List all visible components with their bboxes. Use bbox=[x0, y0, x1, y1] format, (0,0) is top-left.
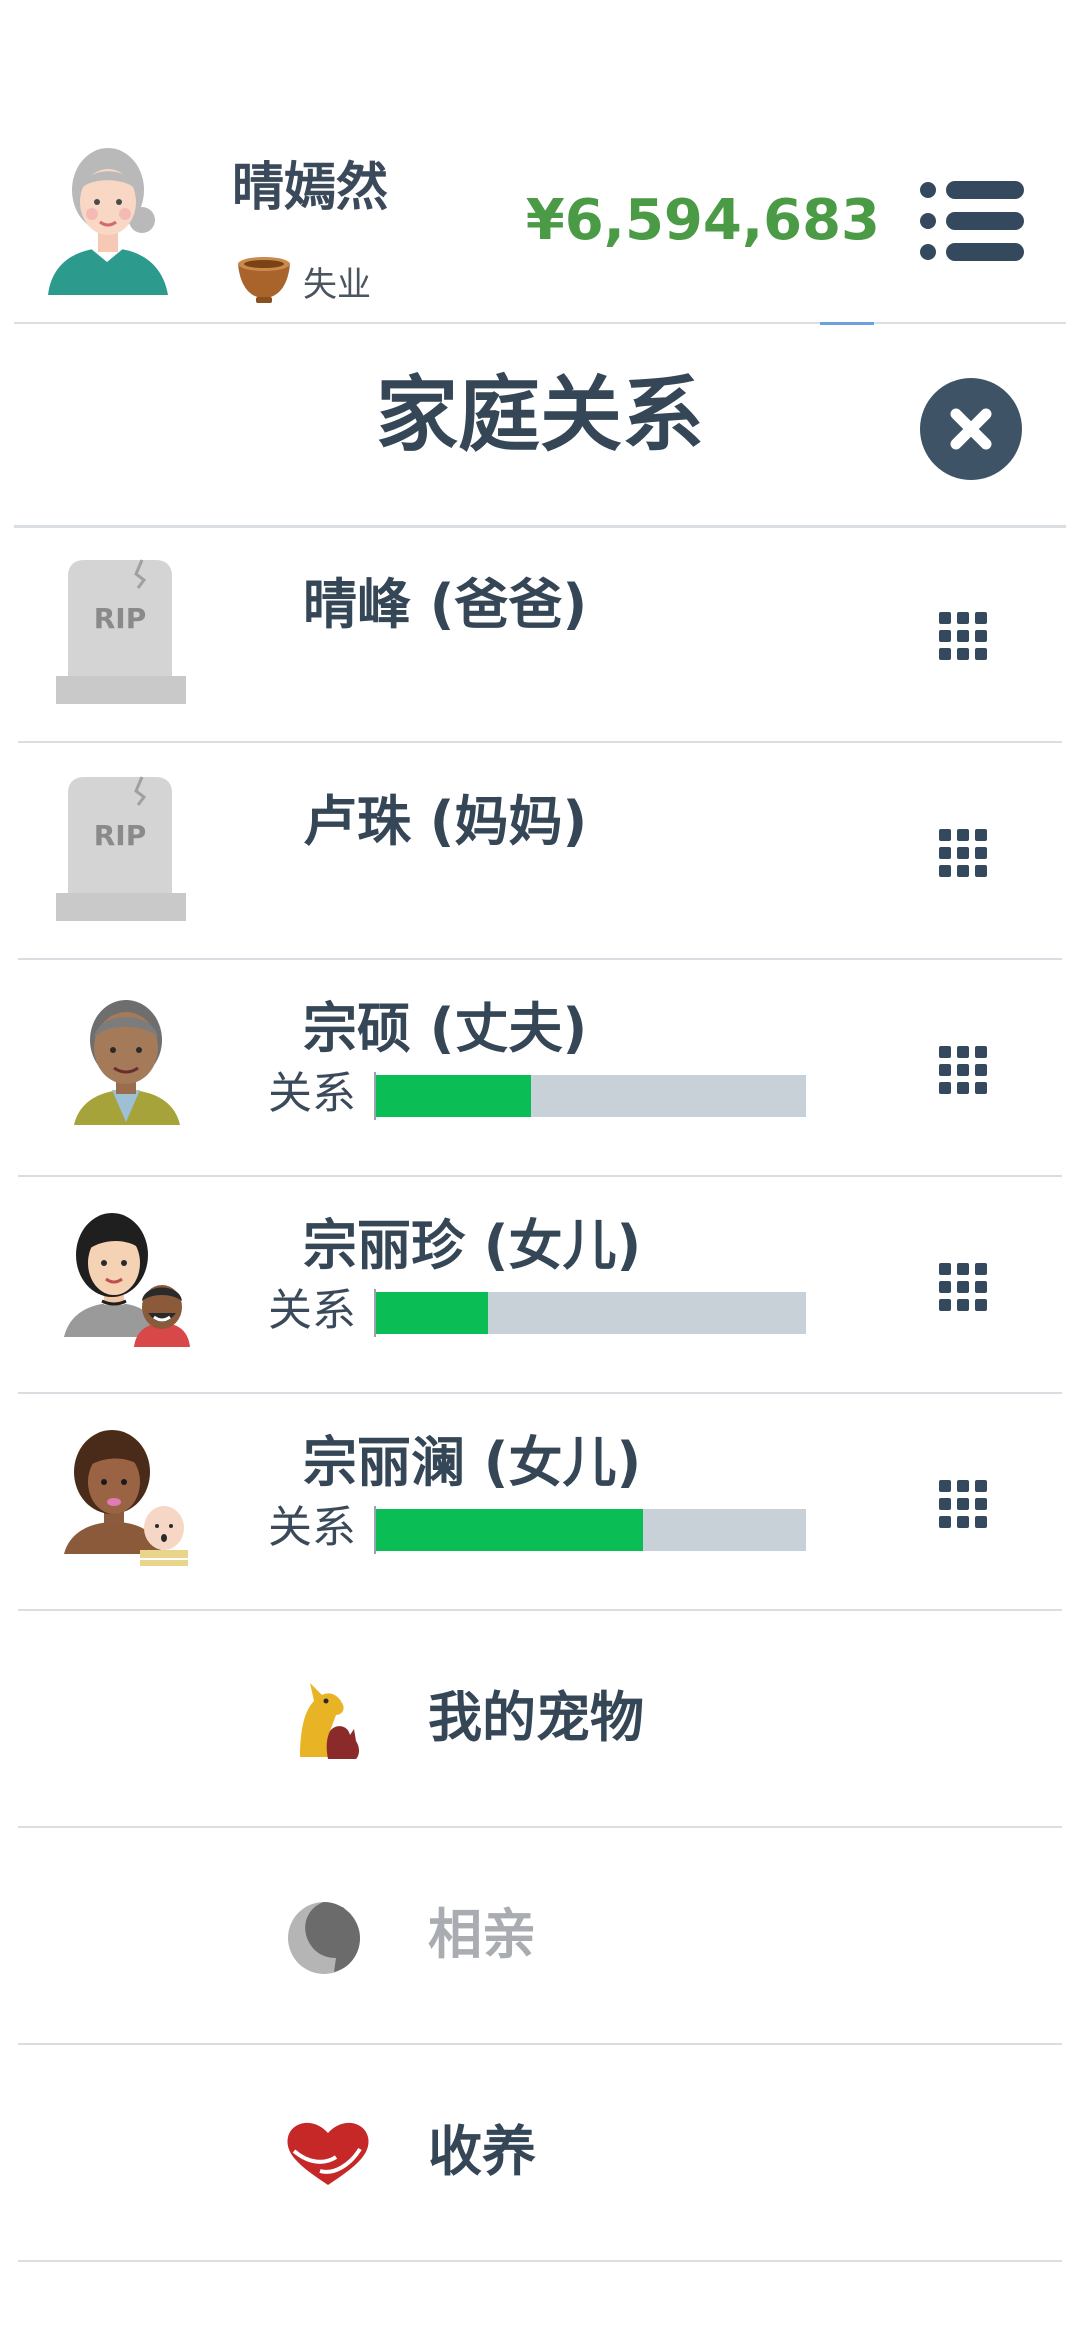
grid-menu-icon[interactable] bbox=[938, 1262, 988, 1312]
relation-bar bbox=[376, 1292, 806, 1334]
adoption-label: 收养 bbox=[428, 2120, 536, 2183]
relative-name: 宗丽澜 (女儿) bbox=[303, 1431, 642, 1494]
dating-icon bbox=[280, 1888, 376, 1984]
elderly-man-avatar bbox=[56, 990, 206, 1140]
job-status-label: 失业 bbox=[303, 265, 371, 305]
my-pets-label: 我的宠物 bbox=[428, 1686, 644, 1749]
relative-row[interactable]: 宗硕 (丈夫) 关系 bbox=[18, 962, 1062, 1177]
relative-row[interactable]: 宗丽澜 (女儿) 关系 bbox=[18, 1396, 1062, 1611]
relative-row[interactable]: RIP 卢珠 (妈妈) bbox=[18, 745, 1062, 960]
relation-bar bbox=[376, 1075, 806, 1117]
my-pets-button[interactable]: 我的宠物 bbox=[18, 1613, 1062, 1828]
row-divider bbox=[18, 1392, 1062, 1394]
row-divider bbox=[18, 2043, 1062, 2045]
row-divider bbox=[18, 741, 1062, 743]
relation-bar-tick bbox=[374, 1289, 376, 1337]
relative-row[interactable]: RIP 晴峰 (爸爸) bbox=[18, 528, 1062, 743]
row-divider bbox=[18, 1175, 1062, 1177]
relation-label: 关系 bbox=[268, 1068, 356, 1119]
relative-name: 宗丽珍 (女儿) bbox=[303, 1214, 642, 1277]
relation-bar-fill bbox=[376, 1292, 488, 1334]
svg-text:RIP: RIP bbox=[94, 819, 147, 852]
relation-bar-fill bbox=[376, 1509, 643, 1551]
player-avatar[interactable] bbox=[40, 140, 175, 305]
row-divider bbox=[18, 2260, 1062, 2262]
panel-title: 家庭关系 bbox=[375, 368, 704, 463]
row-divider bbox=[18, 1826, 1062, 1828]
grid-menu-icon[interactable] bbox=[938, 611, 988, 661]
relation-bar-tick bbox=[374, 1072, 376, 1120]
tombstone-icon: RIP bbox=[56, 773, 206, 923]
tombstone-icon: RIP bbox=[56, 556, 206, 706]
relative-name: 晴峰 (爸爸) bbox=[303, 573, 588, 636]
header-divider bbox=[14, 322, 1066, 324]
header-accent-line bbox=[820, 322, 874, 325]
woman-with-baby-avatar bbox=[56, 1424, 206, 1574]
status-header: 晴嫣然 失业 ¥6,594,683 bbox=[0, 0, 1080, 325]
bowl-icon bbox=[234, 250, 294, 310]
relation-bar-tick bbox=[374, 1506, 376, 1554]
player-name: 晴嫣然 bbox=[232, 158, 389, 218]
relative-name: 卢珠 (妈妈) bbox=[303, 790, 588, 853]
grid-menu-icon[interactable] bbox=[938, 1045, 988, 1095]
woman-with-child-avatar bbox=[56, 1207, 206, 1357]
row-divider bbox=[18, 1609, 1062, 1611]
menu-list-icon[interactable] bbox=[918, 180, 1026, 262]
close-icon bbox=[950, 408, 992, 450]
grid-menu-icon[interactable] bbox=[938, 1479, 988, 1529]
dating-button[interactable]: 相亲 bbox=[18, 1830, 1062, 2045]
adoption-heart-icon bbox=[280, 2105, 376, 2201]
svg-text:RIP: RIP bbox=[94, 602, 147, 635]
pets-icon bbox=[280, 1671, 376, 1767]
grid-menu-icon[interactable] bbox=[938, 828, 988, 878]
money-balance: ¥6,594,683 bbox=[525, 188, 880, 253]
dating-label: 相亲 bbox=[428, 1903, 536, 1966]
relation-bar-fill bbox=[376, 1075, 531, 1117]
row-divider bbox=[18, 958, 1062, 960]
close-button[interactable] bbox=[920, 378, 1022, 480]
relation-bar bbox=[376, 1509, 806, 1551]
relative-row[interactable]: 宗丽珍 (女儿) 关系 bbox=[18, 1179, 1062, 1394]
adoption-button[interactable]: 收养 bbox=[18, 2047, 1062, 2262]
relative-name: 宗硕 (丈夫) bbox=[303, 997, 588, 1060]
relation-label: 关系 bbox=[268, 1285, 356, 1336]
relation-label: 关系 bbox=[268, 1502, 356, 1553]
